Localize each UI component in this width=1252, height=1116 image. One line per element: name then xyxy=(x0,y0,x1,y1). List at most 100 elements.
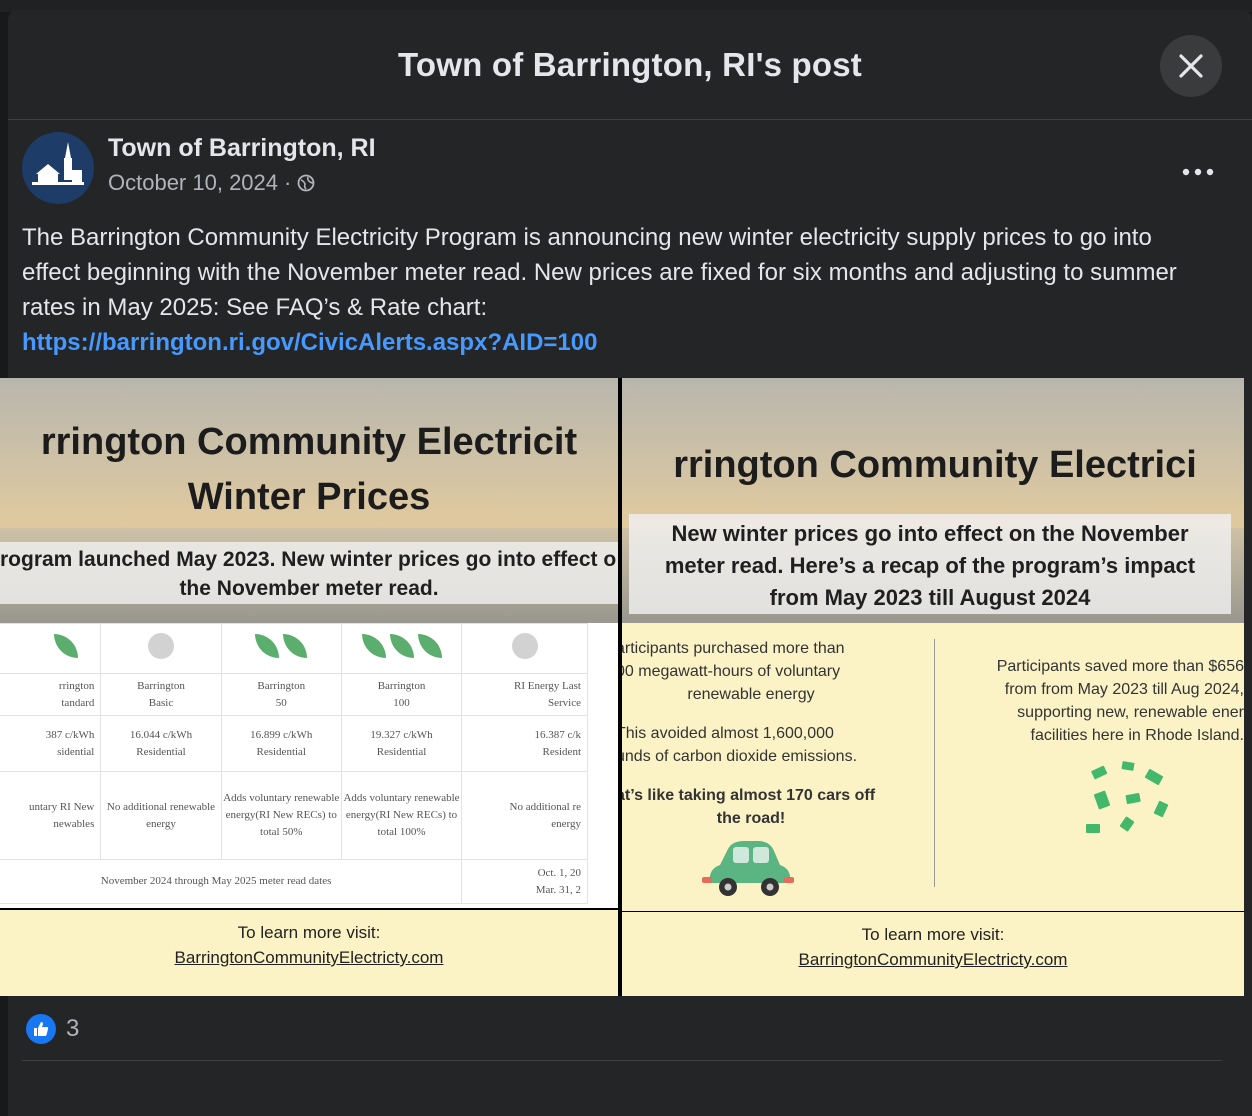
plan-description: Adds voluntary renewable energy(RI New R… xyxy=(343,792,460,838)
learn-more-label: To learn more visit: xyxy=(237,923,381,942)
learn-more-banner: To learn more visit: BarringtonCommunity… xyxy=(622,912,1244,996)
table-cell: 16.387 c/k Resident xyxy=(461,715,588,772)
subtitle-line3: from May 2023 till August 2024 xyxy=(769,585,1091,610)
town-hall-logo-icon xyxy=(22,132,94,204)
plan-sub: Service xyxy=(548,696,581,709)
post-meta: October 10, 2024 · xyxy=(108,170,315,196)
price-table: rrington tandard Barrington Basic Barringt… xyxy=(0,623,588,904)
impact-text: Participants saved more than $656 xyxy=(996,658,1244,675)
impact-right-column: Participants saved more than $656 from f… xyxy=(952,655,1244,747)
post-text: The Barrington Community Electricity Pro… xyxy=(22,224,1177,321)
plan-name: rrington xyxy=(58,679,95,692)
subtitle-line2: meter read. Here’s a recap of the progra… xyxy=(664,553,1196,578)
impact-left-column: articipants purchased more than 00 megaw… xyxy=(622,637,886,830)
plan-price: 387 c/kWh xyxy=(45,728,95,741)
money-icon xyxy=(1086,761,1169,833)
actions-divider xyxy=(22,1060,1222,1061)
table-cell xyxy=(461,623,588,674)
subtitle-line2: the November meter read. xyxy=(179,577,439,600)
subtitle-line1: New winter prices go into effect on the … xyxy=(671,521,1189,546)
table-cell: Oct. 1, 20 Mar. 31, 2 xyxy=(461,859,588,904)
gray-circle-icon xyxy=(147,632,174,659)
date-range-start: Oct. 1, 20 xyxy=(537,866,581,879)
reactions-bar[interactable]: 3 xyxy=(26,1014,79,1044)
table-cell: 16.899 c/kWh Residential xyxy=(220,715,342,772)
subtitle-line1: rogram launched May 2023. New winter pri… xyxy=(0,548,617,571)
leaf-icon xyxy=(389,633,414,658)
plan-description: No additional re energy xyxy=(509,800,581,830)
table-cell: No additional re energy xyxy=(461,771,588,860)
image-title-line2: Winter Prices xyxy=(187,476,431,518)
plan-name: Barrington xyxy=(137,679,185,692)
table-cell: Barrington 100 xyxy=(340,673,463,716)
table-cell: Adds voluntary renewable energy(RI New R… xyxy=(340,771,463,860)
plan-sub: Basic xyxy=(148,696,174,709)
post-images: rrington Community Electricit Winter Pri… xyxy=(0,378,1244,996)
price-table-area: rrington tandard Barrington Basic Barringt… xyxy=(0,623,618,908)
plan-sub: 50 xyxy=(275,696,287,709)
avatar[interactable] xyxy=(22,132,94,204)
plan-description: Adds voluntary renewable energy(RI New R… xyxy=(223,792,340,838)
impact-text: unds of carbon dioxide emissions. xyxy=(622,748,858,765)
plan-class: Residential xyxy=(136,745,186,758)
impact-text: 00 megawatt-hours of voluntary xyxy=(622,663,841,680)
impact-text: This avoided almost 1,600,000 xyxy=(622,725,834,742)
like-icon xyxy=(26,1014,56,1044)
impact-text: renewable energy xyxy=(687,686,815,703)
close-button[interactable] xyxy=(1160,35,1222,97)
gray-circle-icon xyxy=(511,632,538,659)
post-body: The Barrington Community Electricity Pro… xyxy=(22,220,1212,360)
impact-divider xyxy=(934,639,935,887)
reaction-count[interactable]: 3 xyxy=(66,1015,79,1043)
table-cell: November 2024 through May 2025 meter rea… xyxy=(0,859,463,904)
leaf-icon xyxy=(283,633,308,658)
modal-title: Town of Barrington, RI's post xyxy=(398,45,862,83)
learn-more-url: BarringtonCommunityElectricty.com xyxy=(798,950,1068,969)
post-link[interactable]: https://barrington.ri.gov/CivicAlerts.as… xyxy=(22,329,597,356)
plan-class: Residential xyxy=(256,745,307,758)
plan-class: sidential xyxy=(57,745,95,758)
post-header: Town of Barrington, RI October 10, 2024 … xyxy=(22,132,1222,212)
plan-name: Barrington xyxy=(257,679,306,692)
leaf-icon xyxy=(417,633,442,658)
table-cell: Barrington 50 xyxy=(220,673,342,716)
table-cell: 19.327 c/kWh Residential xyxy=(340,715,463,772)
plan-sub: 100 xyxy=(393,696,410,709)
leaf-icon xyxy=(361,633,386,658)
impact-panel: articipants purchased more than 00 megaw… xyxy=(622,623,1244,911)
table-cell: Adds voluntary renewable energy(RI New R… xyxy=(220,771,342,860)
table-cell: 16.044 c/kWh Residential xyxy=(100,715,222,772)
table-cell xyxy=(340,623,463,674)
dates-row: November 2024 through May 2025 meter rea… xyxy=(100,875,332,887)
table-cell xyxy=(220,623,342,674)
impact-text: from from May 2023 till Aug 2024, xyxy=(1004,681,1244,698)
table-cell: 387 c/kWh sidential xyxy=(0,715,102,772)
table-cell xyxy=(0,623,102,674)
globe-icon xyxy=(297,174,315,192)
impact-text: at’s like taking almost 170 cars off xyxy=(622,787,876,804)
close-icon xyxy=(1179,54,1203,78)
more-options-icon xyxy=(1182,168,1214,176)
image-subtitle: New winter prices go into effect on the … xyxy=(629,514,1231,614)
plan-name: Barrington xyxy=(377,679,426,692)
post-author[interactable]: Town of Barrington, RI xyxy=(108,134,376,163)
post-date[interactable]: October 10, 2024 xyxy=(108,170,278,196)
table-cell xyxy=(100,623,222,674)
plan-price: 16.044 c/kWh xyxy=(129,728,193,741)
plan-price: 16.899 c/kWh xyxy=(250,728,313,741)
winter-prices-image[interactable]: rrington Community Electricit Winter Pri… xyxy=(0,378,618,996)
image-title: rrington Community Electrici xyxy=(673,444,1197,486)
impact-text: facilities here in Rhode Island. xyxy=(1030,727,1244,744)
program-impact-image[interactable]: rrington Community Electrici New winter … xyxy=(622,378,1244,996)
impact-text: supporting new, renewable ener xyxy=(1017,704,1244,721)
thumbs-up-icon xyxy=(34,1022,49,1036)
table-cell: untary RI New newables xyxy=(0,771,102,860)
table-cell: Barrington Basic xyxy=(100,673,222,716)
plan-class: Resident xyxy=(542,745,582,758)
plan-price: 16.387 c/k xyxy=(534,728,581,741)
plan-description: No additional renewable energy xyxy=(106,800,216,830)
meta-separator: · xyxy=(284,170,292,195)
learn-more-url: BarringtonCommunityElectricty.com xyxy=(174,948,444,967)
plan-sub: tandard xyxy=(61,696,95,709)
more-options-button[interactable] xyxy=(1174,152,1222,192)
